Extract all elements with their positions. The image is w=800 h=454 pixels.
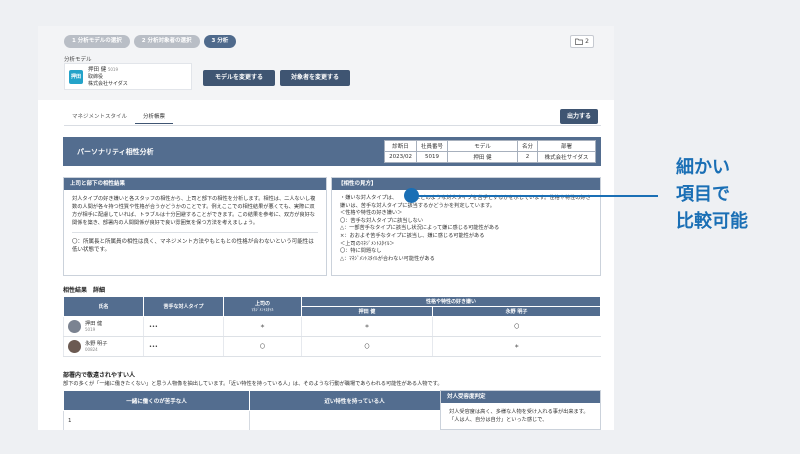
model-name: 押田 健 <box>88 66 107 73</box>
box-title: 【相性の見方】 <box>332 178 600 190</box>
dislike-cell[interactable]: ••• <box>143 316 224 337</box>
step-indicator: 1 分析モデルの選択 2 分析対象者の選択 3 分析 <box>64 35 237 48</box>
model-id: 5019 <box>107 66 119 72</box>
boss-subordinate-box: 上司と部下の相性結果 対人タイプの好き嫌いと各スタッフの相性から、上司と部下の相… <box>63 177 327 276</box>
folder-button[interactable]: 2 <box>570 35 594 48</box>
person-id: 00824 <box>85 347 98 352</box>
tab-divider <box>64 125 601 126</box>
company-logo: 押田 <box>69 69 83 84</box>
dislike-cell[interactable]: ••• <box>143 336 224 357</box>
results-title: 相性結果 詳細 <box>63 287 106 294</box>
tolerance-box: 対人受容度判定 対人受容度は高く、多様な人物を受け入れる事が出来ます。「人は人、… <box>440 390 601 430</box>
col-name: 氏名 <box>63 296 144 317</box>
top-bar: 1 分析モデルの選択 2 分析対象者の選択 3 分析 2 分析モデル 押田 押田… <box>38 26 614 100</box>
boss-cell: ＊ <box>223 316 302 337</box>
tolerance-text: 対人受容度は高く、多様な人物を受け入れる事が出来ます。「人は人、自分は自分」とい… <box>449 409 589 423</box>
box-title: 上司と部下の相性結果 <box>64 178 326 190</box>
row-number: 1 <box>68 417 72 424</box>
col-similar: 近い特性を持っている人 <box>249 390 460 411</box>
folder-icon <box>575 38 583 45</box>
legend-line: 〇：特に問題なし <box>340 248 382 255</box>
avatar <box>68 340 81 353</box>
compat-cell: 〇 <box>431 316 601 337</box>
col-dislike: 苦手な対人タイプ <box>143 296 224 317</box>
app-window: 1 分析モデルの選択 2 分析対象者の選択 3 分析 2 分析モデル 押田 押田… <box>38 26 614 430</box>
legend-line: ・嫌いな対人タイプは、 自身にどのような対人タイプを苦手とするかを示しています。… <box>340 195 591 209</box>
boss-cell: 〇 <box>223 336 302 357</box>
print-button[interactable]: 出力する <box>560 109 598 124</box>
callout-dot <box>404 188 419 203</box>
compat-cell: 〇 <box>301 336 433 357</box>
callout-text: 細かい 項目で 比較可能 <box>676 154 748 235</box>
avatar <box>68 320 81 333</box>
info-header: 診断日 <box>384 140 417 152</box>
workplace-description: 部下の多くが「一緒に働きたくない」と思う人物像を抽出しています。「近い特性を持っ… <box>63 381 443 387</box>
step-1[interactable]: 1 分析モデルの選択 <box>64 35 130 48</box>
step-3[interactable]: 3 分析 <box>203 35 237 48</box>
compat-cell: ＊ <box>301 316 433 337</box>
col-person-1: 押田 健 <box>301 306 433 317</box>
col-boss-line1: 上司の <box>254 301 270 307</box>
tab-report[interactable]: 分析帳票 <box>135 112 174 124</box>
workplace-title: 部署内で敬遠されやすい人 <box>63 372 136 379</box>
change-model-button[interactable]: モデルを変更する <box>203 70 275 86</box>
legend-line: △：一部苦手なタイプに該当し状況によって嫌に感じる可能性がある <box>340 225 500 232</box>
tab-management-style[interactable]: マネジメントスタイル <box>64 112 135 124</box>
callout-line-1: 細かい <box>676 157 730 178</box>
tab-bar: マネジメントスタイル 分析帳票 <box>64 112 174 124</box>
callout-line-2: 項目で <box>676 184 730 205</box>
info-header: 社員番号 <box>415 140 448 152</box>
legend-line: △：ﾏﾈｼﾞﾒﾝﾄｽﾀｲﾙが合わない可能性がある <box>340 255 435 262</box>
report-info-table: 診断日 社員番号 モデル 名分 部署 2023/02 5019 押田 健 2 株… <box>384 140 596 163</box>
legend-line: ×：おおよそ苦手なタイプに該当し、嫌に感じる可能性がある <box>340 232 485 239</box>
box-note: 〇：所属長と所属員の相性は良く、マネジメント方法やもともとの性格が合わないという… <box>72 239 314 253</box>
step-2[interactable]: 2 分析対象者の選択 <box>133 35 200 48</box>
callout-line <box>418 195 658 197</box>
legend-line: ＜性格や特性の好き嫌い＞ <box>340 210 403 217</box>
table-row: 永野 明子 00824 ••• 〇 〇 ＊ <box>63 336 601 357</box>
col-likes: 性格や特性の好き嫌い <box>301 296 601 307</box>
info-header: モデル <box>446 140 518 152</box>
info-value: 押田 健 <box>446 151 518 163</box>
col-boss: 上司の ﾏﾈｼﾞﾒﾝﾄｽﾀｲﾙ <box>223 296 302 317</box>
model-company: 株式会社サイダス <box>88 80 128 87</box>
folder-count: 2 <box>585 38 589 45</box>
info-header: 部署 <box>537 140 596 152</box>
results-table: 氏名 苦手な対人タイプ 上司の ﾏﾈｼﾞﾒﾝﾄｽﾀｲﾙ 性格や特性の好き嫌い 押田… <box>63 296 602 357</box>
table-row: 1 <box>63 410 460 430</box>
box-description: 対人タイプの好き嫌いと各スタッフの相性から、上司と部下の相性を分析します。相性は… <box>72 196 316 226</box>
report-title: パーソナリティ相性分析 <box>77 148 154 156</box>
callout-line-3: 比較可能 <box>676 211 748 232</box>
col-boss-line2: ﾏﾈｼﾞﾒﾝﾄｽﾀｲﾙ <box>251 307 274 312</box>
col-avoided: 一緒に働くのが苦手な人 <box>63 390 250 411</box>
compat-cell: ＊ <box>431 336 601 357</box>
info-value: 2 <box>516 151 539 163</box>
workplace-table: 一緒に働くのが苦手な人 近い特性を持っている人 1 <box>63 390 460 430</box>
model-label: 分析モデル <box>64 57 92 63</box>
table-row: 押田 健 5019 ••• ＊ ＊ 〇 <box>63 316 601 337</box>
model-card: 押田 押田 健 5019 取締役 株式会社サイダス <box>64 63 192 90</box>
box-title: 対人受容度判定 <box>441 391 600 403</box>
info-value: 株式会社サイダス <box>537 151 596 163</box>
change-target-button[interactable]: 対象者を変更する <box>280 70 350 86</box>
info-value: 2023/02 <box>384 151 417 163</box>
info-value: 5019 <box>415 151 448 163</box>
report-header: パーソナリティ相性分析 診断日 社員番号 モデル 名分 部署 2023/02 5… <box>63 137 601 166</box>
person-id: 5019 <box>85 327 96 332</box>
model-role: 取締役 <box>88 73 104 80</box>
col-person-2: 永野 明子 <box>431 306 602 317</box>
how-to-read-box: 【相性の見方】 ・嫌いな対人タイプは、 自身にどのような対人タイプを苦手とするか… <box>331 177 601 276</box>
info-header: 名分 <box>516 140 539 152</box>
